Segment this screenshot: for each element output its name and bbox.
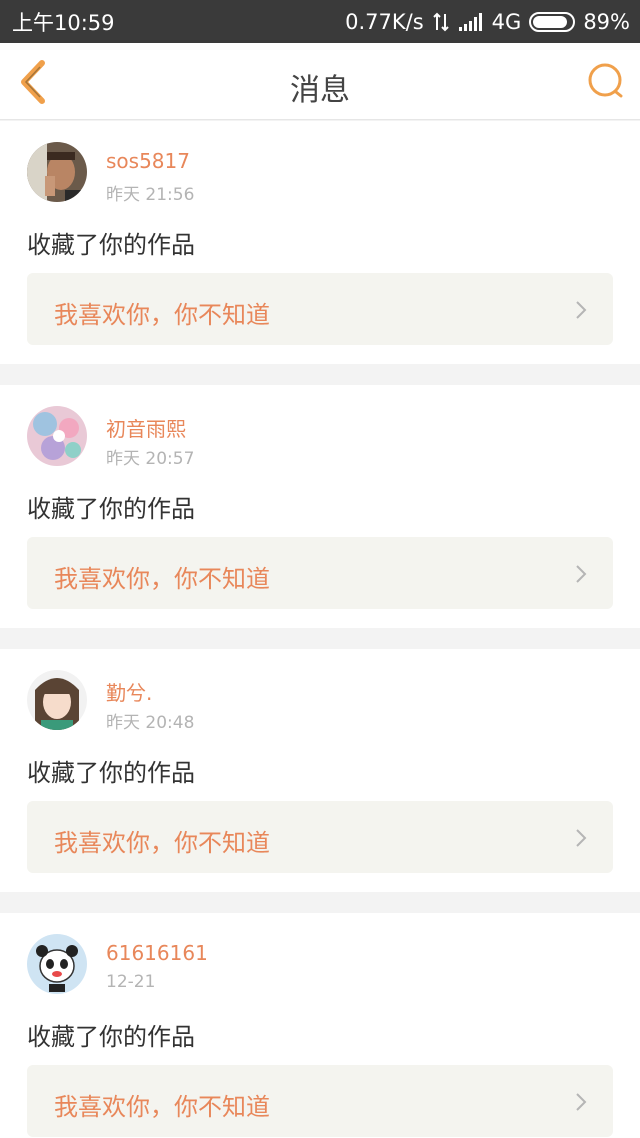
work-link[interactable]: 我喜欢你，你不知道 [27, 273, 613, 345]
work-title: 我喜欢你，你不知道 [54, 1093, 270, 1121]
username[interactable]: 初音雨熙 [106, 413, 186, 442]
signal-icon [458, 12, 484, 31]
status-bar: 上午10:59 0.77K/s 4G 89% [0, 0, 640, 43]
username[interactable]: sos5817 [106, 149, 190, 173]
avatar[interactable] [27, 406, 87, 466]
work-link[interactable]: 我喜欢你，你不知道 [27, 537, 613, 609]
action-text: 收藏了你的作品 [27, 231, 195, 259]
status-time: 上午10:59 [12, 10, 115, 35]
data-transfer-icon [432, 12, 450, 32]
avatar[interactable] [27, 934, 87, 994]
message-item[interactable]: 61616161 12-21 收藏了你的作品 我喜欢你，你不知道 [0, 913, 640, 1138]
work-title: 我喜欢你，你不知道 [54, 829, 270, 857]
avatar[interactable] [27, 670, 87, 730]
message-item[interactable]: sos5817 昨天 21:56 收藏了你的作品 我喜欢你，你不知道 [0, 121, 640, 364]
work-link[interactable]: 我喜欢你，你不知道 [27, 1065, 613, 1137]
status-net-speed: 0.77K/s [345, 9, 424, 34]
status-battery: 89% [583, 9, 630, 34]
chevron-right-icon [576, 829, 587, 847]
username[interactable]: 勤兮. [106, 677, 152, 706]
timestamp: 12-21 [106, 972, 156, 992]
action-text: 收藏了你的作品 [27, 1023, 195, 1051]
battery-icon [529, 11, 576, 32]
status-network: 4G [491, 9, 522, 34]
chevron-right-icon [576, 565, 587, 583]
work-link[interactable]: 我喜欢你，你不知道 [27, 801, 613, 873]
status-right: 0.77K/s 4G 89% [345, 10, 630, 34]
message-list: sos5817 昨天 21:56 收藏了你的作品 我喜欢你，你不知道 初音雨熙 … [0, 121, 640, 1138]
action-text: 收藏了你的作品 [27, 495, 195, 523]
timestamp: 昨天 20:48 [106, 713, 195, 733]
timestamp: 昨天 20:57 [106, 449, 195, 469]
avatar[interactable] [27, 142, 87, 202]
chevron-right-icon [576, 1093, 587, 1111]
search-button[interactable] [586, 61, 626, 101]
action-text: 收藏了你的作品 [27, 759, 195, 787]
message-item[interactable]: 初音雨熙 昨天 20:57 收藏了你的作品 我喜欢你，你不知道 [0, 385, 640, 628]
work-title: 我喜欢你，你不知道 [54, 301, 270, 329]
timestamp: 昨天 21:56 [106, 185, 195, 205]
nav-header: 消息 [0, 43, 640, 120]
search-icon [588, 63, 623, 98]
work-title: 我喜欢你，你不知道 [54, 565, 270, 593]
username[interactable]: 61616161 [106, 941, 208, 965]
page-title: 消息 [290, 73, 350, 108]
chevron-right-icon [576, 301, 587, 319]
message-item[interactable]: 勤兮. 昨天 20:48 收藏了你的作品 我喜欢你，你不知道 [0, 649, 640, 892]
